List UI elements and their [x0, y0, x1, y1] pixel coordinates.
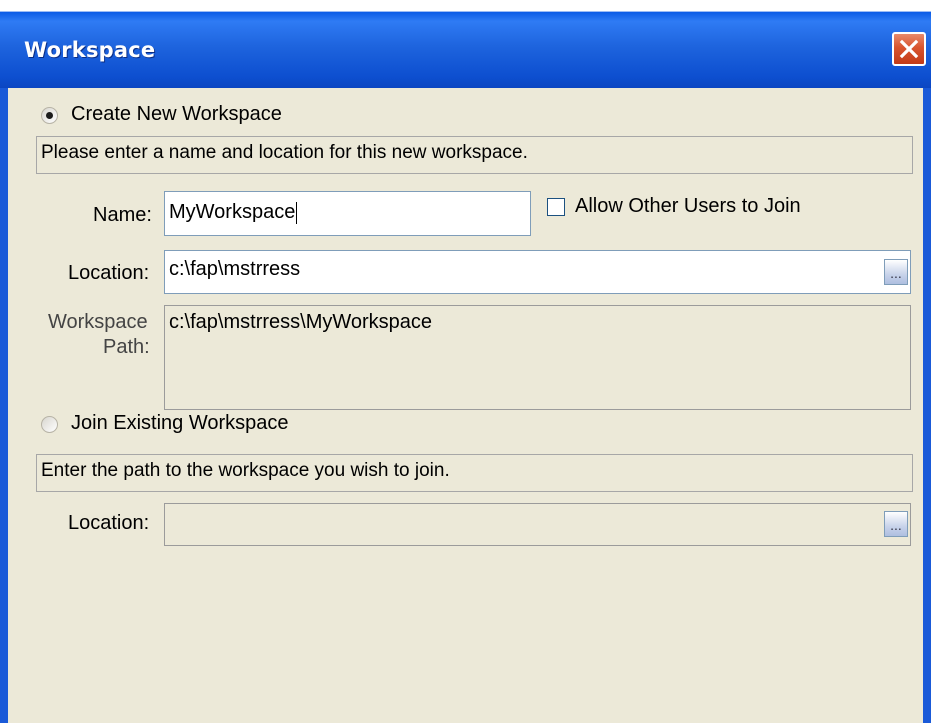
join-location-label: Location:: [68, 512, 150, 534]
create-description-box: Please enter a name and location for thi…: [36, 136, 913, 174]
workspace-path-value: c:\fap\mstrress\MyWorkspace: [169, 311, 433, 333]
join-radio-text: Join Existing Workspace: [71, 412, 289, 434]
location-browse-button[interactable]: ...: [884, 259, 908, 285]
close-icon: [899, 39, 919, 59]
create-radio-text: Create New Workspace: [71, 103, 282, 125]
allow-users-checkbox[interactable]: [547, 198, 565, 216]
workspace-name-value: MyWorkspace: [169, 201, 296, 223]
join-description-text: Enter the path to the workspace you wish…: [41, 460, 450, 481]
close-button[interactable]: [892, 32, 926, 66]
location-label: Location:: [68, 262, 150, 284]
location-value: c:\fap\mstrress: [169, 258, 301, 280]
name-label: Name:: [93, 204, 152, 226]
join-location-input[interactable]: [164, 503, 911, 546]
join-existing-workspace-radio[interactable]: [41, 416, 58, 433]
location-input[interactable]: c:\fap\mstrress: [164, 250, 911, 294]
workspace-path-display: c:\fap\mstrress\MyWorkspace: [164, 305, 911, 410]
text-caret: [296, 201, 298, 224]
create-new-workspace-label[interactable]: Create New Workspace: [71, 103, 282, 126]
workspace-path-label-line2: Path:: [103, 336, 150, 358]
join-location-browse-button[interactable]: ...: [884, 511, 908, 537]
workspace-dialog: Workspace Create New Workspace Please en…: [0, 11, 931, 723]
create-description-text: Please enter a name and location for thi…: [41, 142, 528, 163]
join-existing-workspace-label[interactable]: Join Existing Workspace: [71, 412, 289, 435]
allow-users-label[interactable]: Allow Other Users to Join: [575, 195, 801, 218]
join-description-box: Enter the path to the workspace you wish…: [36, 454, 913, 492]
workspace-name-input[interactable]: MyWorkspace: [164, 191, 531, 236]
join-browse-ellipsis-icon: ...: [890, 517, 902, 533]
workspace-path-label-line1: Workspace: [48, 311, 148, 333]
create-new-workspace-radio[interactable]: [41, 107, 58, 124]
radio-selected-dot: [46, 112, 53, 119]
window-title: Workspace: [24, 38, 156, 62]
browse-ellipsis-icon: ...: [890, 265, 902, 281]
title-bar[interactable]: Workspace: [0, 11, 931, 88]
